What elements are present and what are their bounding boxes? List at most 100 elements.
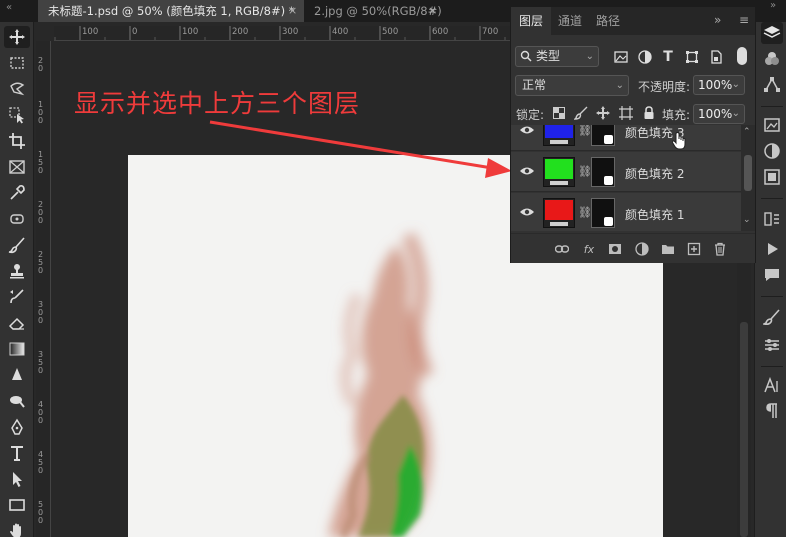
visibility-eye-icon[interactable] [519, 206, 535, 218]
libraries-panel-icon[interactable] [761, 114, 783, 136]
blur-tool-icon[interactable] [4, 364, 30, 386]
scroll-thumb[interactable] [744, 155, 752, 191]
layers-panel: 图层 通道 路径 » ≡ 类型 ⌄ T 正常 ⌄ 不透明度: 100% ⌄ 锁定… [510, 6, 756, 263]
rectangle-tool-icon[interactable] [4, 494, 30, 516]
adjustment-filter-icon[interactable] [636, 48, 654, 66]
crop-tool-icon[interactable] [4, 130, 30, 152]
collapse-panels-button[interactable]: » [770, 0, 776, 11]
layer-color-swatch[interactable] [543, 157, 575, 187]
brush-settings-icon[interactable] [761, 306, 783, 328]
panel-menu-icon[interactable]: ≡ [739, 13, 749, 27]
layer-row[interactable]: ⛓ 颜色填充 3 [511, 125, 741, 151]
scroll-up-icon[interactable]: ⌃ [743, 127, 751, 137]
image-filter-icon[interactable] [612, 48, 630, 66]
layer-mask-thumbnail[interactable] [591, 125, 615, 146]
tab-paths[interactable]: 路径 [589, 7, 627, 35]
adjustments-panel-icon[interactable] [761, 140, 783, 162]
type-tool-icon[interactable] [4, 442, 30, 464]
lock-position-icon[interactable] [595, 105, 611, 121]
new-layer-icon[interactable] [686, 241, 702, 257]
shape-filter-icon[interactable] [683, 48, 701, 66]
tab-close-button[interactable]: × [288, 0, 297, 22]
layer-row[interactable]: ⛓ 颜色填充 1 [511, 193, 741, 231]
visibility-eye-icon[interactable] [519, 165, 535, 177]
panel-collapse-icon[interactable]: » [714, 13, 721, 27]
fill-input[interactable]: 100% ⌄ [693, 104, 745, 124]
adjustment-layer-icon[interactable] [634, 241, 650, 257]
hand-tool-icon[interactable] [4, 520, 30, 537]
ruler-label: 500 [382, 27, 399, 37]
layer-mask-thumbnail[interactable] [591, 198, 615, 228]
search-icon [520, 50, 532, 62]
ruler-digit: 0 [38, 516, 44, 525]
scroll-down-icon[interactable]: ⌄ [743, 215, 751, 225]
visibility-eye-icon[interactable] [519, 125, 535, 136]
ruler-digit: 0 [38, 266, 44, 275]
tab-2-jpg[interactable]: 2.jpg @ 50%(RGB/8#) × [304, 0, 444, 22]
gradient-tool-icon[interactable] [4, 338, 30, 360]
marquee-tool-icon[interactable] [4, 52, 30, 74]
eyedropper-tool-icon[interactable] [4, 182, 30, 204]
opacity-input[interactable]: 100% ⌄ [693, 75, 745, 95]
fx-icon[interactable]: fx [581, 241, 597, 257]
dodge-tool-icon[interactable] [4, 390, 30, 412]
move-tool-icon[interactable] [4, 26, 30, 48]
canvas-vertical-scrollbar[interactable] [737, 262, 751, 537]
ruler-label: 700 [482, 27, 499, 37]
scroll-thumb[interactable] [740, 322, 748, 537]
paragraph-panel-icon[interactable] [761, 400, 783, 422]
vertical-ruler: 20 100 150 200 250 300 350 400 450 500 [36, 41, 51, 537]
tab-channels[interactable]: 通道 [551, 7, 589, 35]
comments-panel-icon[interactable] [761, 264, 783, 286]
blend-mode-select[interactable]: 正常 ⌄ [515, 75, 629, 96]
lasso-tool-icon[interactable] [4, 78, 30, 100]
smartobject-filter-icon[interactable] [707, 48, 725, 66]
history-panel-icon[interactable] [761, 208, 783, 230]
ruler-digit: 0 [38, 64, 44, 73]
link-layers-icon[interactable] [554, 241, 570, 257]
pen-tool-icon[interactable] [4, 416, 30, 438]
layer-row[interactable]: ⛓ 颜色填充 2 [511, 152, 741, 192]
frame-tool-icon[interactable] [4, 156, 30, 178]
tab-untitled-1[interactable]: 未标题-1.psd @ 50% (颜色填充 1, RGB/8#) * × [38, 0, 304, 22]
group-folder-icon[interactable] [660, 241, 676, 257]
layer-name[interactable]: 颜色填充 1 [625, 206, 684, 223]
delete-layer-icon[interactable] [712, 241, 728, 257]
type-filter-icon[interactable]: T [659, 48, 677, 66]
actions-play-icon[interactable] [761, 238, 783, 260]
tab-close-button[interactable]: × [428, 0, 437, 22]
tool-presets-icon[interactable] [761, 334, 783, 356]
brush-tool-icon[interactable] [4, 234, 30, 256]
add-mask-icon[interactable] [607, 241, 623, 257]
eraser-tool-icon[interactable] [4, 312, 30, 334]
channels-panel-icon[interactable] [761, 48, 783, 70]
link-icon: ⛓ [578, 206, 592, 219]
layer-name[interactable]: 颜色填充 2 [625, 165, 684, 182]
layer-color-swatch[interactable] [543, 198, 575, 228]
layer-mask-thumbnail[interactable] [591, 157, 615, 187]
tab-layers[interactable]: 图层 [511, 7, 551, 35]
layer-color-swatch[interactable] [543, 125, 575, 146]
collapse-toolbar-button[interactable]: « [6, 2, 12, 13]
layers-panel-footer: fx [511, 233, 755, 263]
lock-all-icon[interactable] [641, 105, 657, 121]
paths-panel-icon[interactable] [761, 74, 783, 96]
lock-pixels-icon[interactable] [573, 105, 589, 121]
object-select-tool-icon[interactable] [4, 104, 30, 126]
lock-transparent-icon[interactable] [551, 105, 567, 121]
layers-scrollbar[interactable]: ⌃ ⌄ [741, 125, 755, 231]
healing-brush-tool-icon[interactable] [4, 208, 30, 230]
swatch-fill [545, 159, 573, 179]
ruler-digit: 0 [38, 366, 44, 375]
panel-tab-bar: 图层 通道 路径 » ≡ [511, 7, 755, 35]
clone-stamp-tool-icon[interactable] [4, 260, 30, 282]
path-selection-tool-icon[interactable] [4, 468, 30, 490]
properties-panel-icon[interactable] [761, 166, 783, 188]
layers-panel-icon[interactable] [761, 22, 783, 44]
character-panel-icon[interactable] [761, 374, 783, 396]
filter-toggle-switch[interactable] [737, 47, 747, 65]
right-panel-strip [754, 22, 786, 537]
history-brush-tool-icon[interactable] [4, 286, 30, 308]
lock-artboard-icon[interactable] [618, 105, 634, 121]
layer-filter-select[interactable]: 类型 ⌄ [515, 46, 599, 67]
